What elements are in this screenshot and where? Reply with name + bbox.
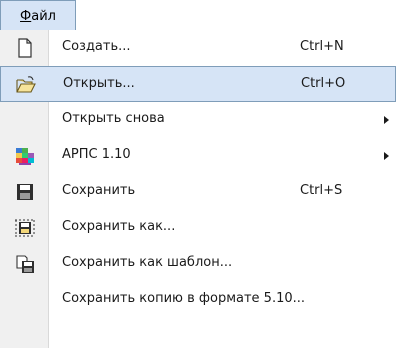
menu-item-label: Создать... xyxy=(62,39,131,54)
menu-item-save-as[interactable]: Сохранить как... xyxy=(0,210,396,246)
menu-item-save-as-template[interactable]: Сохранить как шаблон... xyxy=(0,246,396,282)
menu-item-save-copy-510[interactable]: Сохранить копию в формате 5.10... xyxy=(0,282,396,318)
menu-item-new[interactable]: Создать... Ctrl+N xyxy=(0,30,396,66)
menu-item-reopen[interactable]: Открыть снова xyxy=(0,102,396,138)
menu-file-label: айл xyxy=(31,8,56,24)
floppy-disk-icon xyxy=(14,181,36,203)
menu-item-save[interactable]: Сохранить Ctrl+S xyxy=(0,174,396,210)
menu-item-label: Сохранить копию в формате 5.10... xyxy=(62,291,306,306)
menu-item-label: Открыть снова xyxy=(62,111,165,126)
save-template-icon xyxy=(14,253,36,275)
menu-item-label: Сохранить как... xyxy=(62,219,176,234)
menu-item-label: АРПС 1.10 xyxy=(62,147,131,162)
new-document-icon xyxy=(14,37,36,59)
menu-file[interactable]: Файл xyxy=(0,0,76,31)
menu-item-shortcut: Ctrl+N xyxy=(300,39,344,54)
save-as-icon xyxy=(14,217,36,239)
menu-item-open[interactable]: Открыть... Ctrl+O xyxy=(0,66,396,102)
menu-item-arps[interactable]: АРПС 1.10 xyxy=(0,138,396,174)
menu-item-label: Сохранить как шаблон... xyxy=(62,255,233,270)
submenu-arrow-icon xyxy=(384,116,389,124)
menu-item-shortcut: Ctrl+O xyxy=(301,76,346,91)
menu-item-shortcut: Ctrl+S xyxy=(300,183,343,198)
menu-item-label: Сохранить xyxy=(62,183,136,198)
menu-file-accelerator: Ф xyxy=(20,8,32,24)
submenu-arrow-icon xyxy=(384,152,389,160)
colorful-grid-icon xyxy=(14,145,36,167)
menu-item-label: Открыть... xyxy=(63,76,135,91)
menu-bar: Файл xyxy=(0,0,396,31)
open-folder-icon xyxy=(15,74,37,96)
file-dropdown-menu: Создать... Ctrl+N Открыть... Ctrl+O Откр… xyxy=(0,30,396,348)
